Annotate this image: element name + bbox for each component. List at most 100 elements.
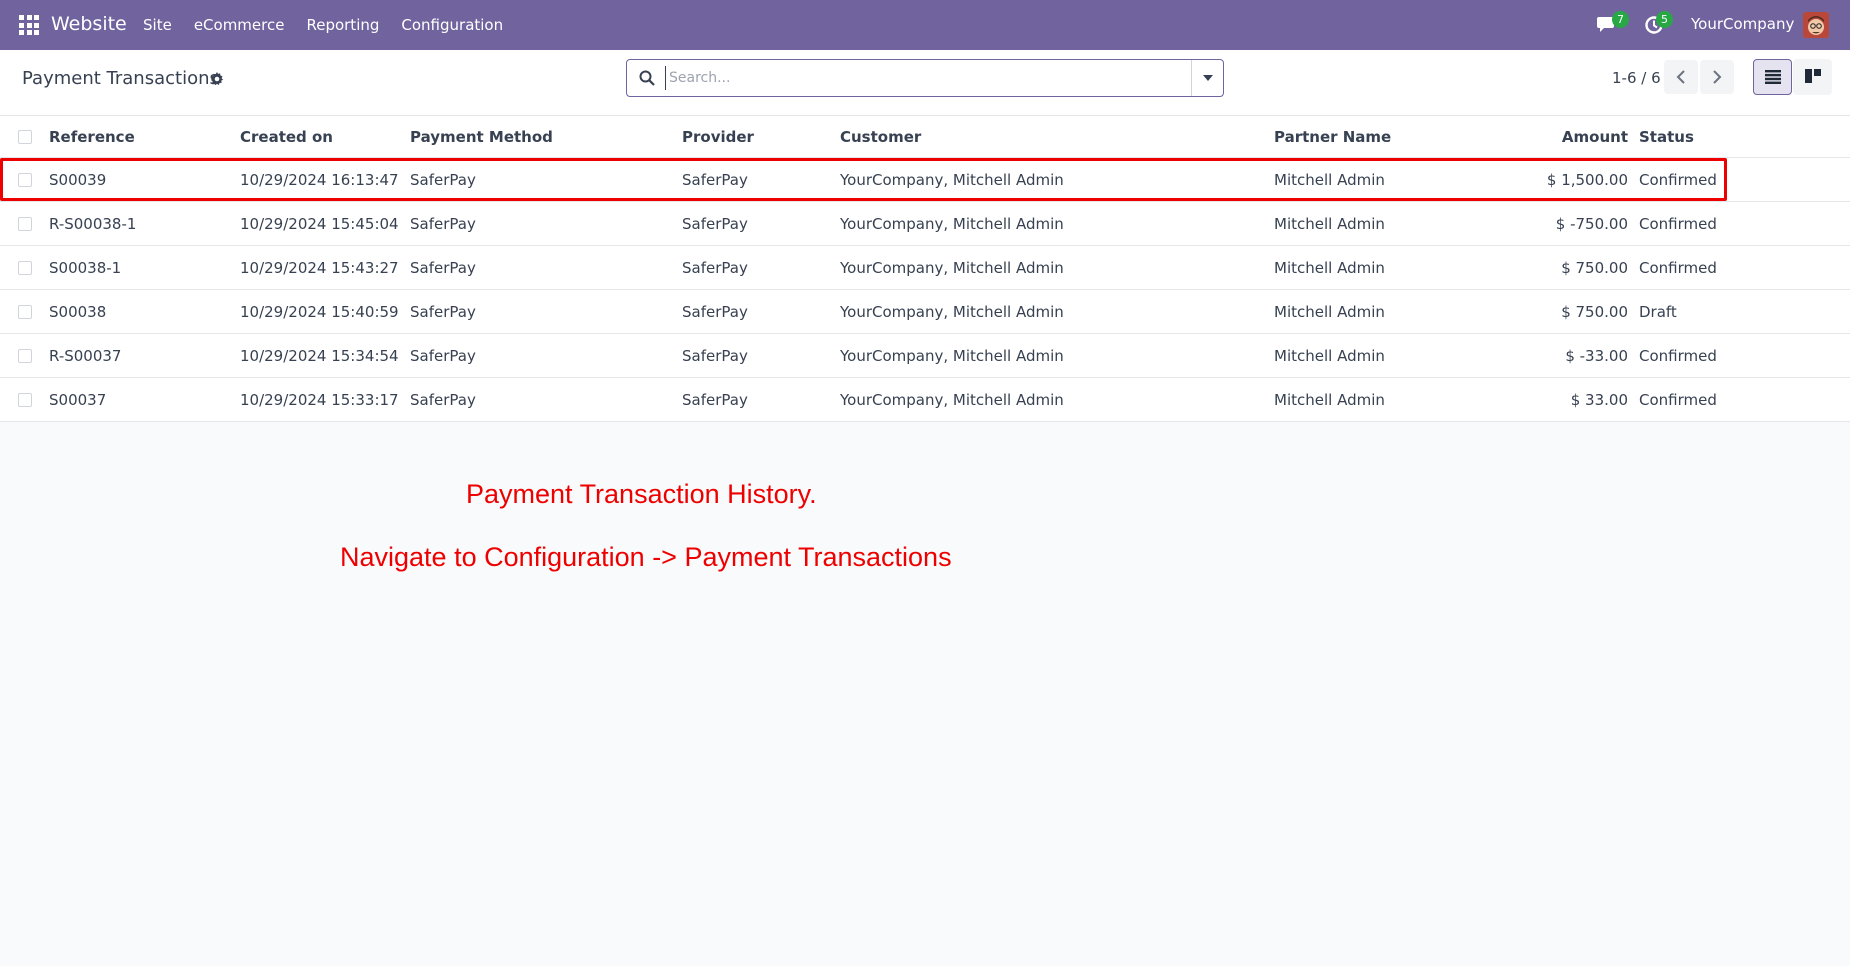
cell-payment-method: SaferPay xyxy=(410,214,476,233)
cell-provider: SaferPay xyxy=(682,170,748,189)
cell-reference: S00038-1 xyxy=(49,258,122,277)
activity-count-badge: 5 xyxy=(1656,11,1673,28)
table-row[interactable]: S00037 10/29/2024 15:33:17 SaferPay Safe… xyxy=(0,378,1850,422)
cell-status: Confirmed xyxy=(1639,214,1717,233)
cell-amount: $ 750.00 xyxy=(1561,258,1628,277)
cell-reference: S00039 xyxy=(49,170,107,189)
pager-next-button[interactable] xyxy=(1700,60,1734,94)
column-header-provider[interactable]: Provider xyxy=(682,116,754,157)
column-header-status[interactable]: Status xyxy=(1639,116,1694,157)
cell-reference: S00037 xyxy=(49,390,107,409)
list-view-button[interactable] xyxy=(1753,59,1792,95)
cell-partner-name: Mitchell Admin xyxy=(1274,170,1385,189)
row-checkbox[interactable] xyxy=(18,392,32,407)
column-header-reference[interactable]: Reference xyxy=(49,116,135,157)
cell-provider: SaferPay xyxy=(682,258,748,277)
row-checkbox[interactable] xyxy=(18,216,32,231)
column-header-amount[interactable]: Amount xyxy=(1562,116,1628,157)
menu-item-ecommerce[interactable]: eCommerce xyxy=(183,16,296,34)
avatar[interactable] xyxy=(1803,12,1829,38)
cell-created-on: 10/29/2024 16:13:47 xyxy=(240,170,399,189)
cell-partner-name: Mitchell Admin xyxy=(1274,390,1385,409)
grid-icon[interactable] xyxy=(19,15,39,35)
table-row[interactable]: S00038-1 10/29/2024 15:43:27 SaferPay Sa… xyxy=(0,246,1850,290)
app-brand[interactable]: Website xyxy=(51,13,127,35)
company-switcher[interactable]: YourCompany xyxy=(1691,15,1794,33)
cell-customer: YourCompany, Mitchell Admin xyxy=(840,214,1064,233)
row-checkbox[interactable] xyxy=(18,260,32,275)
menu-item-configuration[interactable]: Configuration xyxy=(390,16,514,34)
cell-reference: R-S00038-1 xyxy=(49,214,137,233)
pager-previous-button[interactable] xyxy=(1664,60,1698,94)
row-checkbox[interactable] xyxy=(18,172,32,187)
kanban-view-button[interactable] xyxy=(1793,59,1832,95)
cell-created-on: 10/29/2024 15:34:54 xyxy=(240,346,399,365)
cell-provider: SaferPay xyxy=(682,302,748,321)
select-all-checkbox[interactable] xyxy=(18,129,32,144)
chat-count-badge: 7 xyxy=(1612,11,1629,28)
column-header-payment-method[interactable]: Payment Method xyxy=(410,116,553,157)
cell-reference: R-S00037 xyxy=(49,346,122,365)
cell-customer: YourCompany, Mitchell Admin xyxy=(840,346,1064,365)
chevron-left-icon xyxy=(1676,70,1685,84)
cell-status: Confirmed xyxy=(1639,346,1717,365)
table-row[interactable]: R-S00037 10/29/2024 15:34:54 SaferPay Sa… xyxy=(0,334,1850,378)
cell-status: Confirmed xyxy=(1639,170,1717,189)
top-navbar: Website Site eCommerce Reporting Configu… xyxy=(0,0,1850,50)
cell-customer: YourCompany, Mitchell Admin xyxy=(840,258,1064,277)
row-checkbox[interactable] xyxy=(18,348,32,363)
cell-payment-method: SaferPay xyxy=(410,346,476,365)
column-header-customer[interactable]: Customer xyxy=(840,116,921,157)
cell-status: Draft xyxy=(1639,302,1677,321)
cell-amount: $ 1,500.00 xyxy=(1546,170,1628,189)
column-header-partner-name[interactable]: Partner Name xyxy=(1274,116,1391,157)
menu-item-site[interactable]: Site xyxy=(132,16,183,34)
cell-provider: SaferPay xyxy=(682,346,748,365)
cell-created-on: 10/29/2024 15:43:27 xyxy=(240,258,399,277)
cell-partner-name: Mitchell Admin xyxy=(1274,346,1385,365)
transactions-table: Reference Created on Payment Method Prov… xyxy=(0,116,1850,422)
cell-payment-method: SaferPay xyxy=(410,390,476,409)
cell-partner-name: Mitchell Admin xyxy=(1274,258,1385,277)
chevron-right-icon xyxy=(1713,70,1722,84)
annotation-title: Payment Transaction History. xyxy=(466,479,817,509)
table-header: Reference Created on Payment Method Prov… xyxy=(0,116,1850,158)
cell-reference: S00038 xyxy=(49,302,107,321)
cell-amount: $ 33.00 xyxy=(1570,390,1628,409)
menu-item-reporting[interactable]: Reporting xyxy=(295,16,390,34)
cell-payment-method: SaferPay xyxy=(410,258,476,277)
table-row[interactable]: S00039 10/29/2024 16:13:47 SaferPay Safe… xyxy=(0,158,1850,202)
cell-partner-name: Mitchell Admin xyxy=(1274,302,1385,321)
search-icon xyxy=(639,70,655,86)
cell-provider: SaferPay xyxy=(682,390,748,409)
cell-amount: $ -33.00 xyxy=(1565,346,1628,365)
cell-status: Confirmed xyxy=(1639,258,1717,277)
search-bar xyxy=(626,59,1224,97)
main-menu: Site eCommerce Reporting Configuration xyxy=(132,0,514,50)
cell-payment-method: SaferPay xyxy=(410,170,476,189)
gear-icon[interactable] xyxy=(210,72,224,86)
cell-partner-name: Mitchell Admin xyxy=(1274,214,1385,233)
page-title: Payment Transactions xyxy=(22,68,219,89)
table-row[interactable]: R-S00038-1 10/29/2024 15:45:04 SaferPay … xyxy=(0,202,1850,246)
cell-customer: YourCompany, Mitchell Admin xyxy=(840,390,1064,409)
cell-status: Confirmed xyxy=(1639,390,1717,409)
pager-value[interactable]: 1-6 / 6 xyxy=(1612,69,1661,87)
column-header-created-on[interactable]: Created on xyxy=(240,116,333,157)
table-row[interactable]: S00038 10/29/2024 15:40:59 SaferPay Safe… xyxy=(0,290,1850,334)
control-panel: Payment Transactions 1-6 / 6 xyxy=(0,50,1850,116)
search-input[interactable] xyxy=(665,66,1165,90)
cell-amount: $ 750.00 xyxy=(1561,302,1628,321)
cell-provider: SaferPay xyxy=(682,214,748,233)
annotation-instruction: Navigate to Configuration -> Payment Tra… xyxy=(340,542,952,572)
cell-created-on: 10/29/2024 15:33:17 xyxy=(240,390,399,409)
cell-created-on: 10/29/2024 15:40:59 xyxy=(240,302,399,321)
cell-payment-method: SaferPay xyxy=(410,302,476,321)
cell-customer: YourCompany, Mitchell Admin xyxy=(840,170,1064,189)
cell-created-on: 10/29/2024 15:45:04 xyxy=(240,214,399,233)
row-checkbox[interactable] xyxy=(18,304,32,319)
cell-amount: $ -750.00 xyxy=(1555,214,1628,233)
kanban-view-icon xyxy=(1805,69,1821,83)
list-view-icon xyxy=(1765,70,1781,84)
search-options-toggle[interactable] xyxy=(1191,60,1223,96)
